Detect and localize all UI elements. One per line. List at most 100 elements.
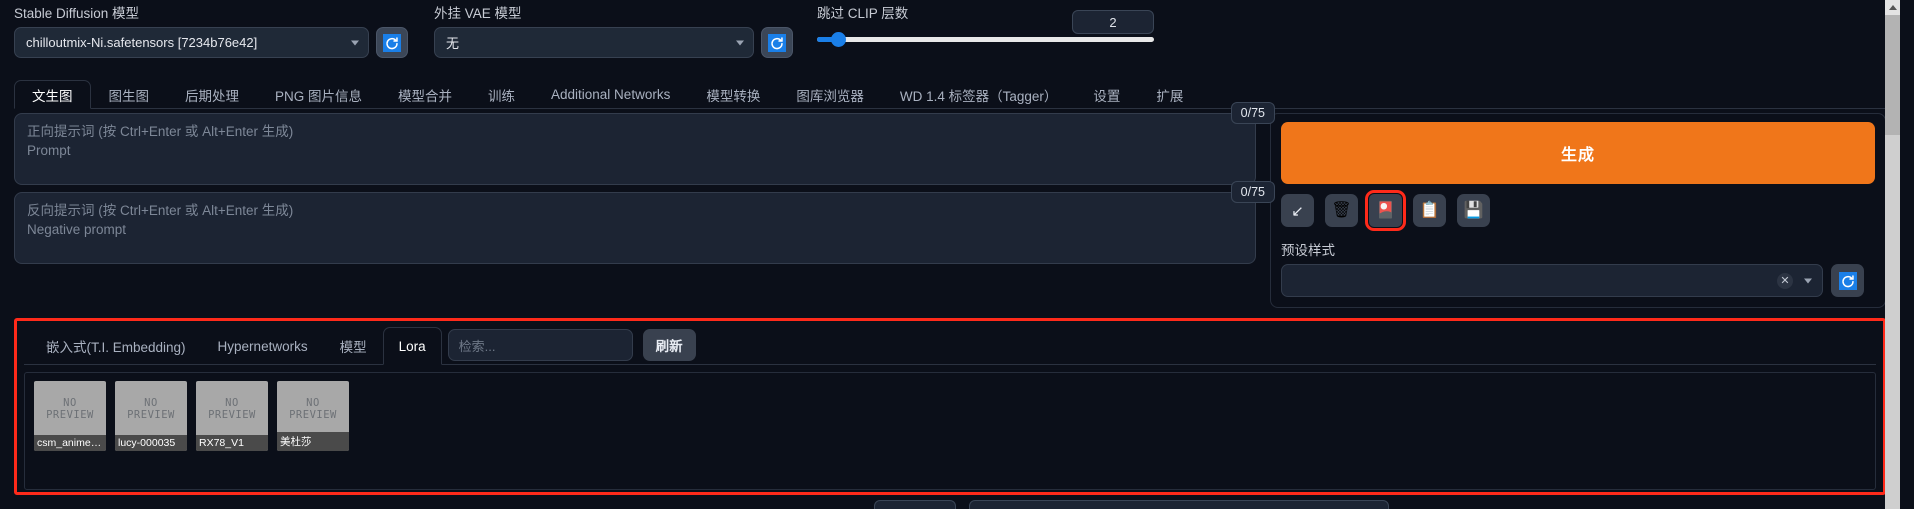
save-style-button[interactable]: 💾 <box>1457 194 1490 227</box>
bottom-partial-row <box>14 500 1886 509</box>
extra-network-card-name: csm_anime_... <box>34 435 106 451</box>
show-extra-networks-button[interactable]: 🎴 <box>1365 190 1406 231</box>
extra-network-card[interactable]: NO PREVIEW csm_anime_... <box>34 381 106 451</box>
generate-column: 生成 ↙ 🗑 🎴 📋 💾 预设样式 ✕ <box>1270 113 1886 308</box>
extra-networks-card-grid: NO PREVIEW csm_anime_... NO PREVIEW lucy-0… <box>24 372 1876 490</box>
tab-label: WD 1.4 标签器（Tagger） <box>899 88 1058 104</box>
clipboard-icon: 📋 <box>1419 201 1440 219</box>
tab-label: 后期处理 <box>185 88 239 104</box>
trash-icon: 🗑 <box>1331 201 1352 219</box>
tab-label: Additional Networks <box>551 87 671 102</box>
floppy-disk-icon: 💾 <box>1463 201 1484 219</box>
positive-prompt-placeholder-1: 正向提示词 (按 Ctrl+Enter 或 Alt+Enter 生成) <box>27 124 294 139</box>
no-preview-icon: NO PREVIEW <box>127 397 175 421</box>
extra-networks-panel: 嵌入式(T.I. Embedding) Hypernetworks 模型 Lor… <box>14 318 1886 495</box>
tab-label: 设置 <box>1093 88 1121 104</box>
scroll-up-arrow-icon[interactable] <box>1885 0 1900 15</box>
positive-prompt-wrap: 0/75 正向提示词 (按 Ctrl+Enter 或 Alt+Enter 生成)… <box>14 102 1275 185</box>
tab-txt2img[interactable]: 文生图 <box>14 80 91 109</box>
tab-extras[interactable]: 后期处理 <box>167 80 257 108</box>
tab-label: 训练 <box>488 88 516 104</box>
xn-tab-label: Hypernetworks <box>217 338 308 354</box>
extra-network-card[interactable]: NO PREVIEW 美杜莎 <box>277 381 349 451</box>
xn-tab-textual-inversion[interactable]: 嵌入式(T.I. Embedding) <box>30 327 202 364</box>
clip-skip-slider-thumb[interactable] <box>831 32 846 47</box>
scrollbar-thumb[interactable] <box>1885 15 1900 135</box>
no-preview-icon: NO PREVIEW <box>46 397 94 421</box>
no-preview-icon: NO PREVIEW <box>208 397 256 421</box>
extra-networks-tabbar: 嵌入式(T.I. Embedding) Hypernetworks 模型 Lor… <box>24 327 1876 365</box>
tab-label: 文生图 <box>32 88 73 104</box>
vae-model-dropdown[interactable]: 无 <box>434 27 754 58</box>
card-icon: 🎴 <box>1375 201 1396 219</box>
clip-skip-group: 跳过 CLIP 层数 2 <box>817 6 1162 50</box>
styles-refresh-button[interactable] <box>1831 264 1864 297</box>
positive-prompt-placeholder-2: Prompt <box>27 143 71 158</box>
main-tabbar: 文生图 图生图 后期处理 PNG 图片信息 模型合并 训练 Additional… <box>14 80 1886 109</box>
bottom-partial-field[interactable] <box>969 500 1389 509</box>
tab-extensions[interactable]: 扩展 <box>1138 80 1201 108</box>
clip-skip-number-input[interactable]: 2 <box>1072 10 1154 34</box>
tab-label: 扩展 <box>1156 88 1184 104</box>
negative-prompt-placeholder-1: 反向提示词 (按 Ctrl+Enter 或 Alt+Enter 生成) <box>27 203 294 218</box>
tab-label: 图库浏览器 <box>796 88 864 104</box>
sd-model-group: Stable Diffusion 模型 chilloutmix-Ni.safet… <box>14 6 369 58</box>
styles-dropdown[interactable]: ✕ <box>1281 264 1823 297</box>
refresh-icon <box>383 33 401 52</box>
tab-label: PNG 图片信息 <box>275 88 363 104</box>
positive-token-counter: 0/75 <box>1230 102 1275 124</box>
extra-network-card[interactable]: NO PREVIEW RX78_V1 <box>196 381 268 451</box>
no-preview-icon: NO PREVIEW <box>289 397 337 421</box>
generate-button[interactable]: 生成 <box>1281 122 1875 184</box>
negative-prompt-placeholder-2: Negative prompt <box>27 222 127 237</box>
arrow-down-left-icon: ↙ <box>1291 202 1304 220</box>
app-root: Stable Diffusion 模型 chilloutmix-Ni.safet… <box>0 0 1900 509</box>
tab-label: 模型合并 <box>398 88 453 104</box>
clip-skip-slider-row: 2 <box>817 10 1162 50</box>
xn-tab-label: Lora <box>398 338 426 354</box>
sd-model-refresh-button[interactable] <box>376 27 408 58</box>
styles-label: 预设样式 <box>1281 243 1335 258</box>
tab-png-info[interactable]: PNG 图片信息 <box>257 80 380 108</box>
negative-prompt-input[interactable]: 反向提示词 (按 Ctrl+Enter 或 Alt+Enter 生成) Nega… <box>14 192 1256 264</box>
vae-model-refresh-button[interactable] <box>761 27 793 58</box>
apply-style-button[interactable]: 📋 <box>1413 194 1446 227</box>
tab-train[interactable]: 训练 <box>470 80 533 108</box>
xn-tab-lora[interactable]: Lora <box>382 327 442 365</box>
close-circle-icon[interactable]: ✕ <box>1777 272 1793 289</box>
chevron-down-icon <box>736 40 744 45</box>
vae-model-group: 外挂 VAE 模型 无 <box>434 6 754 58</box>
xn-tab-checkpoints[interactable]: 模型 <box>324 327 383 364</box>
tab-additional-networks[interactable]: Additional Networks <box>533 80 688 108</box>
sd-model-value: chilloutmix-Ni.safetensors [7234b76e42] <box>26 35 258 50</box>
xn-tab-label: 嵌入式(T.I. Embedding) <box>46 340 186 355</box>
clear-prompt-button[interactable]: 🗑 <box>1325 194 1358 227</box>
bottom-partial-numbox[interactable] <box>874 500 956 509</box>
tab-label: 模型转换 <box>706 88 761 104</box>
chevron-down-icon <box>1804 278 1812 283</box>
read-generation-parameters-button[interactable]: ↙ <box>1281 194 1314 227</box>
tab-settings[interactable]: 设置 <box>1075 80 1138 108</box>
xn-tab-hypernetworks[interactable]: Hypernetworks <box>202 327 324 364</box>
tab-image-browser[interactable]: 图库浏览器 <box>778 80 882 108</box>
clip-skip-slider-track[interactable] <box>817 37 1154 42</box>
tab-img2img[interactable]: 图生图 <box>91 80 168 108</box>
page-scrollbar[interactable] <box>1885 0 1900 509</box>
vae-model-label: 外挂 VAE 模型 <box>434 6 522 21</box>
positive-prompt-input[interactable]: 正向提示词 (按 Ctrl+Enter 或 Alt+Enter 生成) Prom… <box>14 113 1256 185</box>
prompt-tools-row: ↙ 🗑 🎴 📋 💾 <box>1281 190 1875 231</box>
extra-network-card-name: RX78_V1 <box>196 435 268 451</box>
refresh-icon <box>1838 271 1857 290</box>
generate-panel: 生成 ↙ 🗑 🎴 📋 💾 预设样式 ✕ <box>1270 113 1886 308</box>
tab-model-converter[interactable]: 模型转换 <box>688 80 778 108</box>
extra-networks-search-input[interactable]: 检索... <box>447 329 633 361</box>
extra-network-card-name: 美杜莎 <box>277 432 349 451</box>
extra-network-card[interactable]: NO PREVIEW lucy-000035 <box>115 381 187 451</box>
tab-checkpoint-merger[interactable]: 模型合并 <box>380 80 470 108</box>
tab-tagger[interactable]: WD 1.4 标签器（Tagger） <box>882 80 1076 108</box>
sd-model-dropdown[interactable]: chilloutmix-Ni.safetensors [7234b76e42] <box>14 27 369 58</box>
extra-networks-refresh-button[interactable]: 刷新 <box>642 329 696 361</box>
prompt-column: 0/75 正向提示词 (按 Ctrl+Enter 或 Alt+Enter 生成)… <box>14 102 1275 271</box>
tab-label: 图生图 <box>108 88 150 104</box>
styles-row: ✕ <box>1281 264 1875 297</box>
